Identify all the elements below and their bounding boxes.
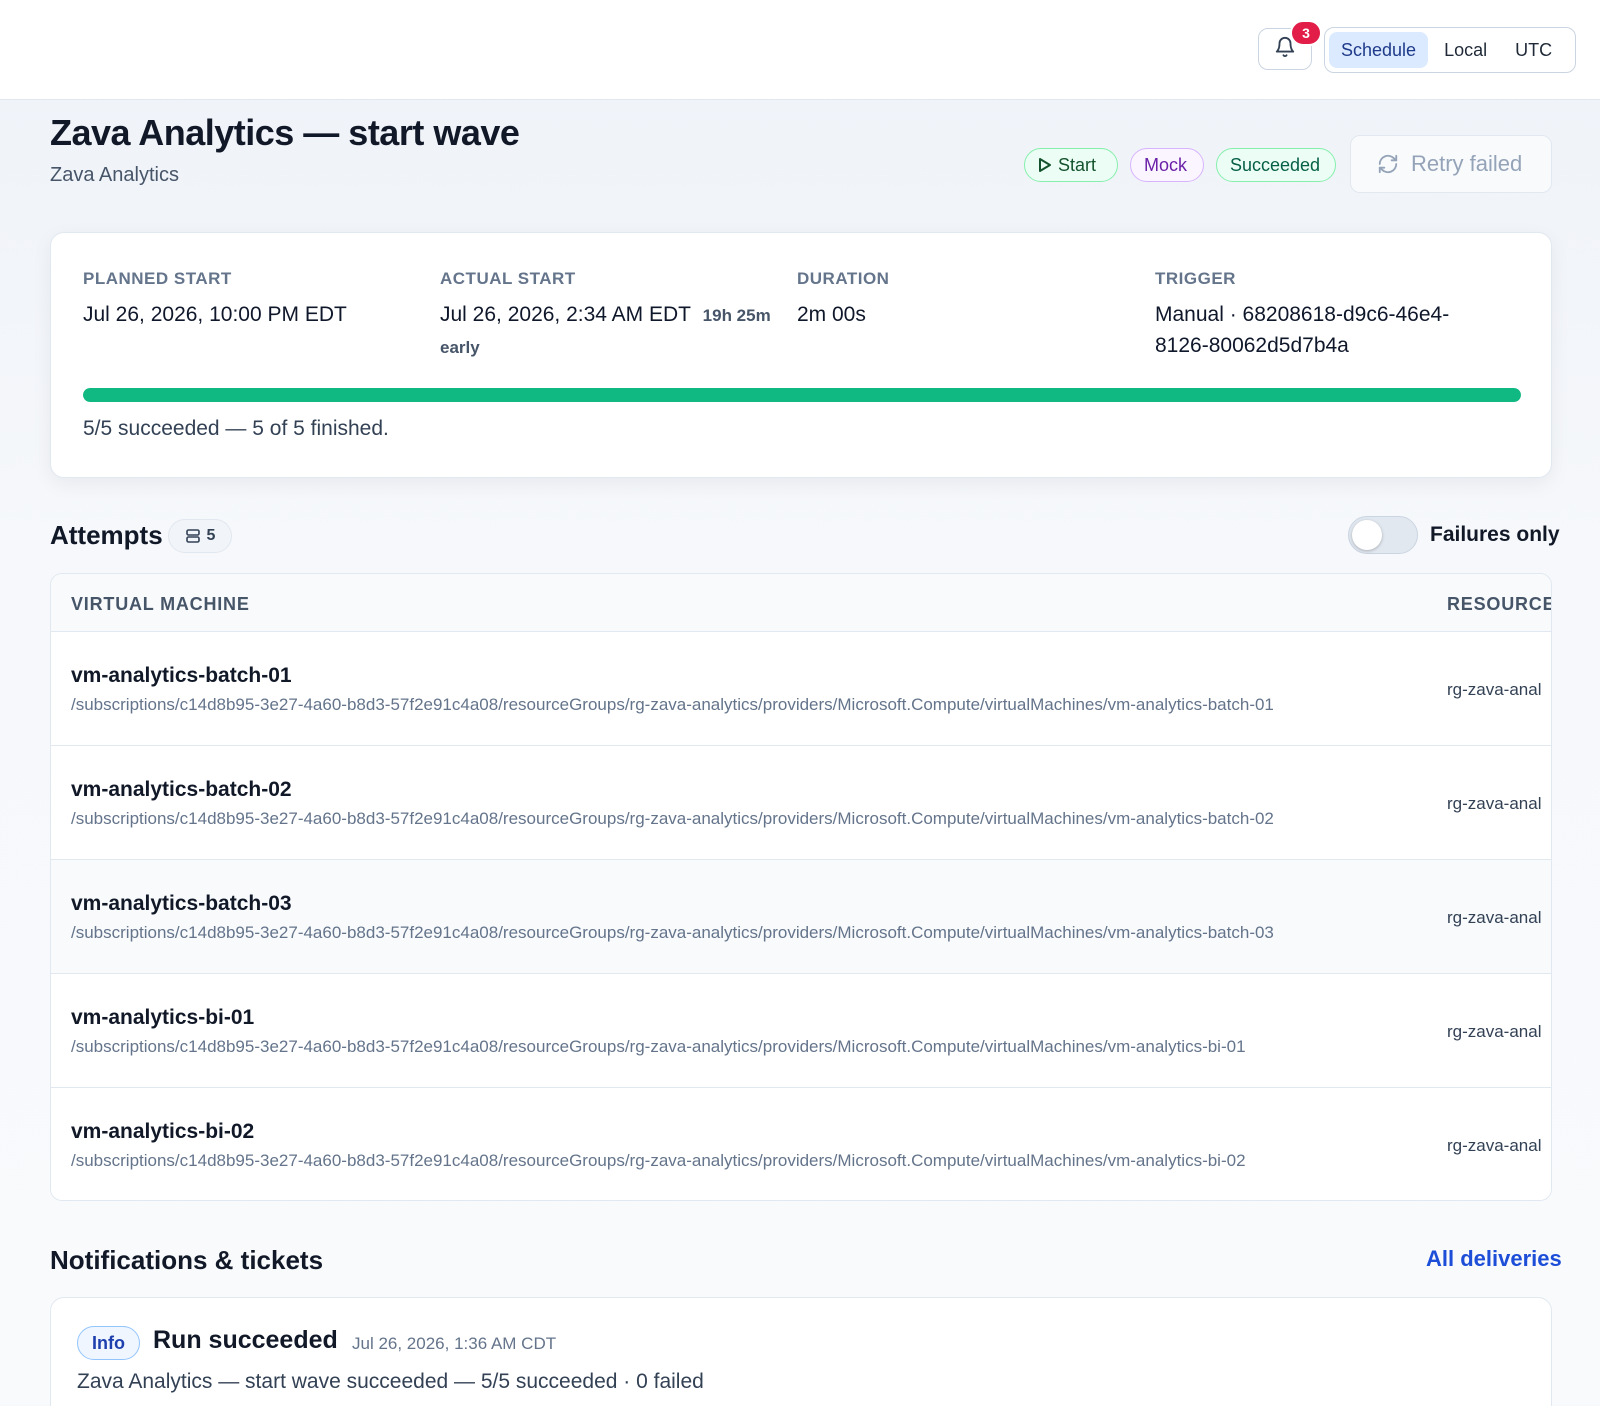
actual-start-line: Jul 26, 2026, 2:34 AM EDT 19h 25m early <box>440 299 780 363</box>
vm-resource-id: /subscriptions/c14d8b95-3e27-4a60-b8d3-5… <box>71 1037 1246 1056</box>
actual-start-offset: 19h 25m <box>702 306 771 325</box>
vm-resource-group: rg-zava-anal <box>1447 1136 1542 1155</box>
vm-resource-id: /subscriptions/c14d8b95-3e27-4a60-b8d3-5… <box>71 695 1274 714</box>
notification-heading: Run succeeded <box>153 1326 338 1354</box>
status-badge: Succeeded <box>1216 148 1336 182</box>
trigger-value: Manual · 68208618-d9c6-46e4-8126-80062d5… <box>1155 303 1450 357</box>
mock-chip: Mock <box>1130 148 1204 182</box>
table-row[interactable]: vm-analytics-batch-03 /subscriptions/c14… <box>51 860 1551 974</box>
vm-resource-group: rg-zava-anal <box>1447 680 1542 699</box>
duration-value: 2m 00s <box>797 303 866 326</box>
refresh-icon <box>1377 153 1411 175</box>
notification-card: Info Run succeeded Jul 26, 2026, 1:36 AM… <box>50 1297 1552 1406</box>
attempts-count: 5 <box>206 527 216 544</box>
progress-bar <box>83 388 1521 402</box>
tz-utc-button[interactable]: UTC <box>1503 32 1564 68</box>
notification-timestamp: Jul 26, 2026, 1:36 AM CDT <box>352 1334 557 1353</box>
vm-name: vm-analytics-batch-01 <box>71 664 292 687</box>
vm-name: vm-analytics-bi-01 <box>71 1006 255 1029</box>
trigger-metric: Trigger Manual · 68208618-d9c6-46e4-8126… <box>1155 269 1485 361</box>
vm-name: vm-analytics-batch-02 <box>71 778 292 801</box>
top-bar: 3 Schedule Local UTC <box>0 0 1600 100</box>
vm-resource-group: rg-zava-anal <box>1447 794 1542 813</box>
vm-resource-id: /subscriptions/c14d8b95-3e27-4a60-b8d3-5… <box>71 923 1274 942</box>
progress-summary-text: 5/5 succeeded — 5 of 5 finished. <box>83 417 389 440</box>
retry-failed-label: Retry failed <box>1411 151 1523 176</box>
table-row[interactable]: vm-analytics-bi-01 /subscriptions/c14d8b… <box>51 974 1551 1088</box>
column-header-vm[interactable]: Virtual machine <box>71 594 250 615</box>
page-subtitle: Zava Analytics <box>50 164 179 186</box>
planned-start-label: Planned start <box>83 269 232 288</box>
vm-resource-group: rg-zava-anal <box>1447 908 1542 927</box>
all-deliveries-link[interactable]: All deliveries <box>1426 1246 1562 1272</box>
duration-metric: Duration 2m 00s <box>797 269 1137 330</box>
action-start-chip: Start <box>1024 148 1118 182</box>
toggle-knob <box>1352 520 1382 550</box>
planned-start-value: Jul 26, 2026, 10:00 PM EDT <box>83 303 347 326</box>
play-icon <box>1038 157 1052 173</box>
failures-only-label: Failures only <box>1430 523 1560 546</box>
timezone-switch: Schedule Local UTC <box>1324 27 1576 73</box>
trigger-label: Trigger <box>1155 269 1236 288</box>
actual-start-offset-suffix: early <box>440 338 480 357</box>
actual-start-label: Actual start <box>440 269 576 288</box>
table-row[interactable]: vm-analytics-batch-02 /subscriptions/c14… <box>51 746 1551 860</box>
attempts-count-badge: 5 <box>168 519 232 553</box>
vm-resource-group: rg-zava-anal <box>1447 1022 1542 1041</box>
tz-local-button[interactable]: Local <box>1432 32 1499 68</box>
notification-count-badge: 3 <box>1290 20 1322 46</box>
vm-resource-id: /subscriptions/c14d8b95-3e27-4a60-b8d3-5… <box>71 1151 1246 1170</box>
vm-resource-id: /subscriptions/c14d8b95-3e27-4a60-b8d3-5… <box>71 809 1274 828</box>
column-header-resource[interactable]: Resource <box>1447 594 1551 615</box>
retry-failed-button[interactable]: Retry failed <box>1350 135 1552 193</box>
duration-label: Duration <box>797 269 890 288</box>
severity-badge: Info <box>77 1326 140 1360</box>
server-stack-icon <box>185 528 207 544</box>
notifications-heading: Notifications & tickets <box>50 1245 324 1275</box>
page-title: Zava Analytics — start wave <box>50 112 520 153</box>
failures-only-toggle[interactable] <box>1348 516 1418 554</box>
progress-bar-fill <box>83 388 1521 402</box>
table-header: Virtual machine Resource <box>51 574 1551 632</box>
actual-start-value: Jul 26, 2026, 2:34 AM EDT <box>440 303 691 326</box>
vm-name: vm-analytics-batch-03 <box>71 892 292 915</box>
run-summary-card: Planned start Jul 26, 2026, 10:00 PM EDT… <box>50 232 1552 478</box>
planned-start-metric: Planned start Jul 26, 2026, 10:00 PM EDT <box>83 269 423 330</box>
table-row[interactable]: vm-analytics-batch-01 /subscriptions/c14… <box>51 632 1551 746</box>
attempts-heading: Attempts <box>50 520 163 550</box>
table-row[interactable]: vm-analytics-bi-02 /subscriptions/c14d8b… <box>51 1088 1551 1200</box>
attempts-table: Virtual machine Resource vm-analytics-ba… <box>50 573 1552 1201</box>
start-chip-label: Start <box>1058 154 1097 175</box>
tz-schedule-button[interactable]: Schedule <box>1329 32 1429 68</box>
notification-body: Zava Analytics — start wave succeeded — … <box>77 1370 704 1393</box>
vm-name: vm-analytics-bi-02 <box>71 1120 255 1143</box>
actual-start-metric: Actual start Jul 26, 2026, 2:34 AM EDT 1… <box>440 269 780 363</box>
